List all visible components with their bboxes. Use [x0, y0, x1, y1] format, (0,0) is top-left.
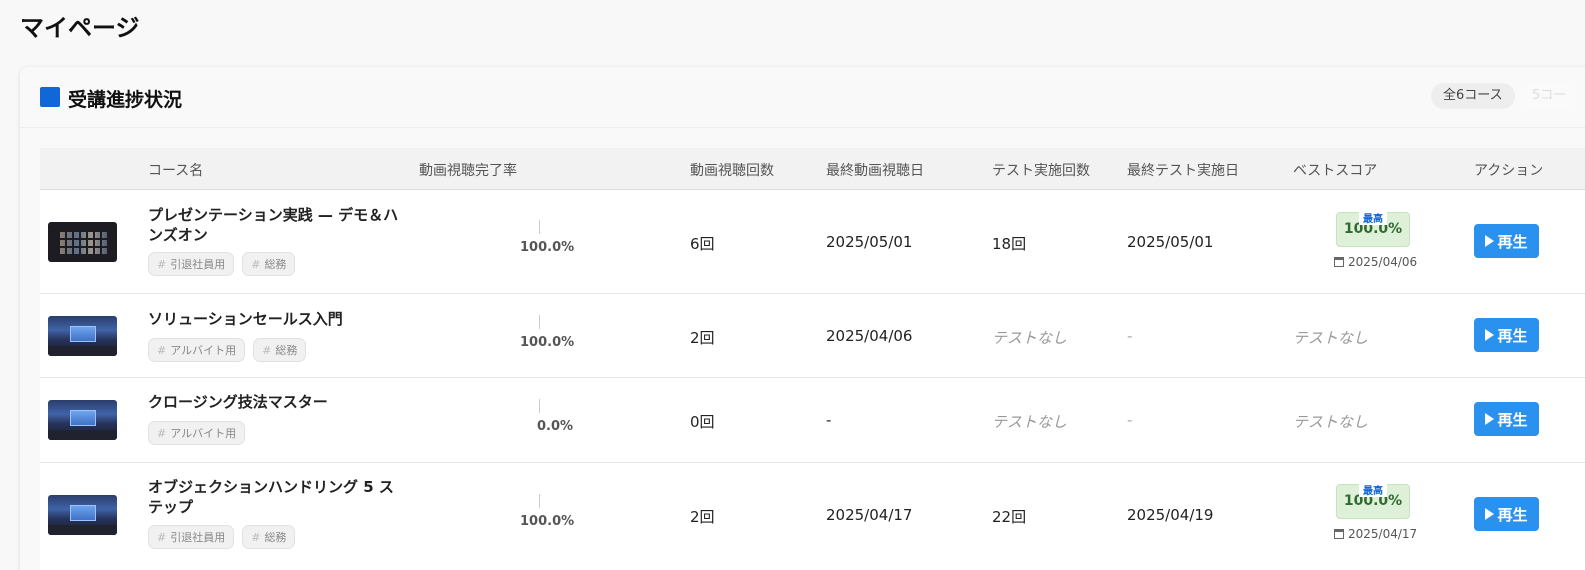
progress-tick — [539, 494, 540, 508]
course-tags: # アルバイト用 # 総務 — [148, 338, 307, 362]
progress-percent: 100.0% — [520, 514, 575, 529]
course-name[interactable]: クロージング技法マスター — [148, 392, 408, 412]
header-views: 動画視聴回数 — [690, 163, 774, 179]
card-title: 受講進捗状況 — [68, 89, 183, 111]
header-tests: テスト実施回数 — [992, 163, 1090, 179]
header-best: ベストスコア — [1293, 163, 1378, 179]
view-count: 0回 — [690, 413, 715, 431]
calendar-icon — [1334, 529, 1344, 539]
course-name[interactable]: オブジェクションハンドリング 5 ステップ — [148, 477, 408, 517]
progress-tick — [539, 315, 540, 329]
filtered-courses-badge[interactable]: 5コー — [1520, 83, 1579, 109]
table-header: コース名 動画視聴完了率 動画視聴回数 最終動画視聴日 テスト実施回数 最終テス… — [40, 148, 1585, 190]
last-view-date: 2025/04/17 — [826, 506, 913, 524]
page-title: マイページ — [20, 14, 140, 42]
progress-card: 受講進捗状況 全6コース 5コー コース名 動画視聴完了率 動画視聴回数 最終動… — [20, 67, 1585, 570]
tag: # アルバイト用 — [148, 338, 246, 362]
view-count: 2回 — [690, 329, 715, 347]
play-button[interactable]: 再生 — [1474, 318, 1539, 352]
tag: # 引退社員用 — [148, 252, 235, 276]
play-icon — [1485, 508, 1495, 520]
best-score-badge: 最高 100.0% — [1336, 210, 1410, 247]
best-score-date: 2025/04/06 — [1334, 255, 1417, 269]
card-header: 受講進捗状況 全6コース 5コー — [20, 67, 1585, 128]
view-count: 2回 — [690, 508, 715, 526]
last-test-date: 2025/05/01 — [1127, 233, 1214, 251]
header-last-test: 最終テスト実施日 — [1127, 163, 1239, 179]
play-icon — [1485, 329, 1495, 341]
course-thumbnail[interactable] — [48, 400, 117, 440]
last-test-date: 2025/04/19 — [1127, 506, 1214, 524]
test-count: テストなし — [992, 413, 1068, 431]
course-thumbnail[interactable] — [48, 495, 117, 535]
test-count: テストなし — [992, 329, 1068, 347]
play-button[interactable]: 再生 — [1474, 497, 1539, 531]
best-score-date: 2025/04/17 — [1334, 527, 1417, 541]
table-row: プレゼンテーション実践 — デモ＆ハンズオン # 引退社員用 # 総務 100.0%… — [40, 190, 1585, 294]
tag: # アルバイト用 — [148, 421, 246, 445]
progress-percent: 100.0% — [520, 240, 575, 255]
course-name[interactable]: ソリューションセールス入門 — [148, 309, 408, 329]
progress-percent: 0.0% — [537, 419, 574, 434]
header-last-view: 最終動画視聴日 — [826, 163, 924, 179]
header-progress: 動画視聴完了率 — [419, 163, 517, 179]
test-count: 18回 — [992, 235, 1027, 253]
tag: # 総務 — [253, 338, 307, 362]
play-icon — [1485, 413, 1495, 425]
table-row: クロージング技法マスター # アルバイト用 0.0% 0回 - テストなし - テ… — [40, 378, 1585, 463]
best-score-none: テストなし — [1293, 329, 1369, 347]
last-view-date: 2025/05/01 — [826, 233, 913, 251]
tag: # 引退社員用 — [148, 525, 235, 549]
last-test-date: - — [1127, 411, 1133, 429]
best-score-label: 最高 — [1359, 210, 1387, 225]
last-test-date: - — [1127, 327, 1133, 345]
tag: # 総務 — [242, 525, 296, 549]
best-score-none: テストなし — [1293, 413, 1369, 431]
play-button[interactable]: 再生 — [1474, 402, 1539, 436]
play-icon — [1485, 235, 1495, 247]
last-view-date: - — [826, 411, 832, 429]
calendar-icon — [1334, 257, 1344, 267]
tag: # 総務 — [242, 252, 296, 276]
test-count: 22回 — [992, 508, 1027, 526]
course-tags: # アルバイト用 — [148, 421, 246, 445]
section-square-icon — [40, 87, 60, 107]
course-tags: # 引退社員用 # 総務 — [148, 525, 296, 549]
course-thumbnail[interactable] — [48, 222, 117, 262]
header-action: アクション — [1474, 163, 1544, 179]
table-row: オブジェクションハンドリング 5 ステップ # 引退社員用 # 総務 100.0% … — [40, 463, 1585, 570]
total-courses-badge[interactable]: 全6コース — [1431, 83, 1515, 109]
table-row: ソリューションセールス入門 # アルバイト用 # 総務 100.0% 2回 2025… — [40, 294, 1585, 378]
last-view-date: 2025/04/06 — [826, 327, 913, 345]
course-tags: # 引退社員用 # 総務 — [148, 252, 296, 276]
view-count: 6回 — [690, 235, 715, 253]
header-course: コース名 — [148, 163, 204, 179]
play-button[interactable]: 再生 — [1474, 224, 1539, 258]
progress-table: コース名 動画視聴完了率 動画視聴回数 最終動画視聴日 テスト実施回数 最終テス… — [40, 148, 1585, 570]
course-thumbnail[interactable] — [48, 316, 117, 356]
best-score-label: 最高 — [1359, 482, 1387, 497]
progress-percent: 100.0% — [520, 335, 575, 350]
progress-tick — [539, 399, 540, 413]
best-score-badge: 最高 100.0% — [1336, 482, 1410, 519]
progress-tick — [539, 220, 540, 234]
course-name[interactable]: プレゼンテーション実践 — デモ＆ハンズオン — [148, 205, 408, 245]
